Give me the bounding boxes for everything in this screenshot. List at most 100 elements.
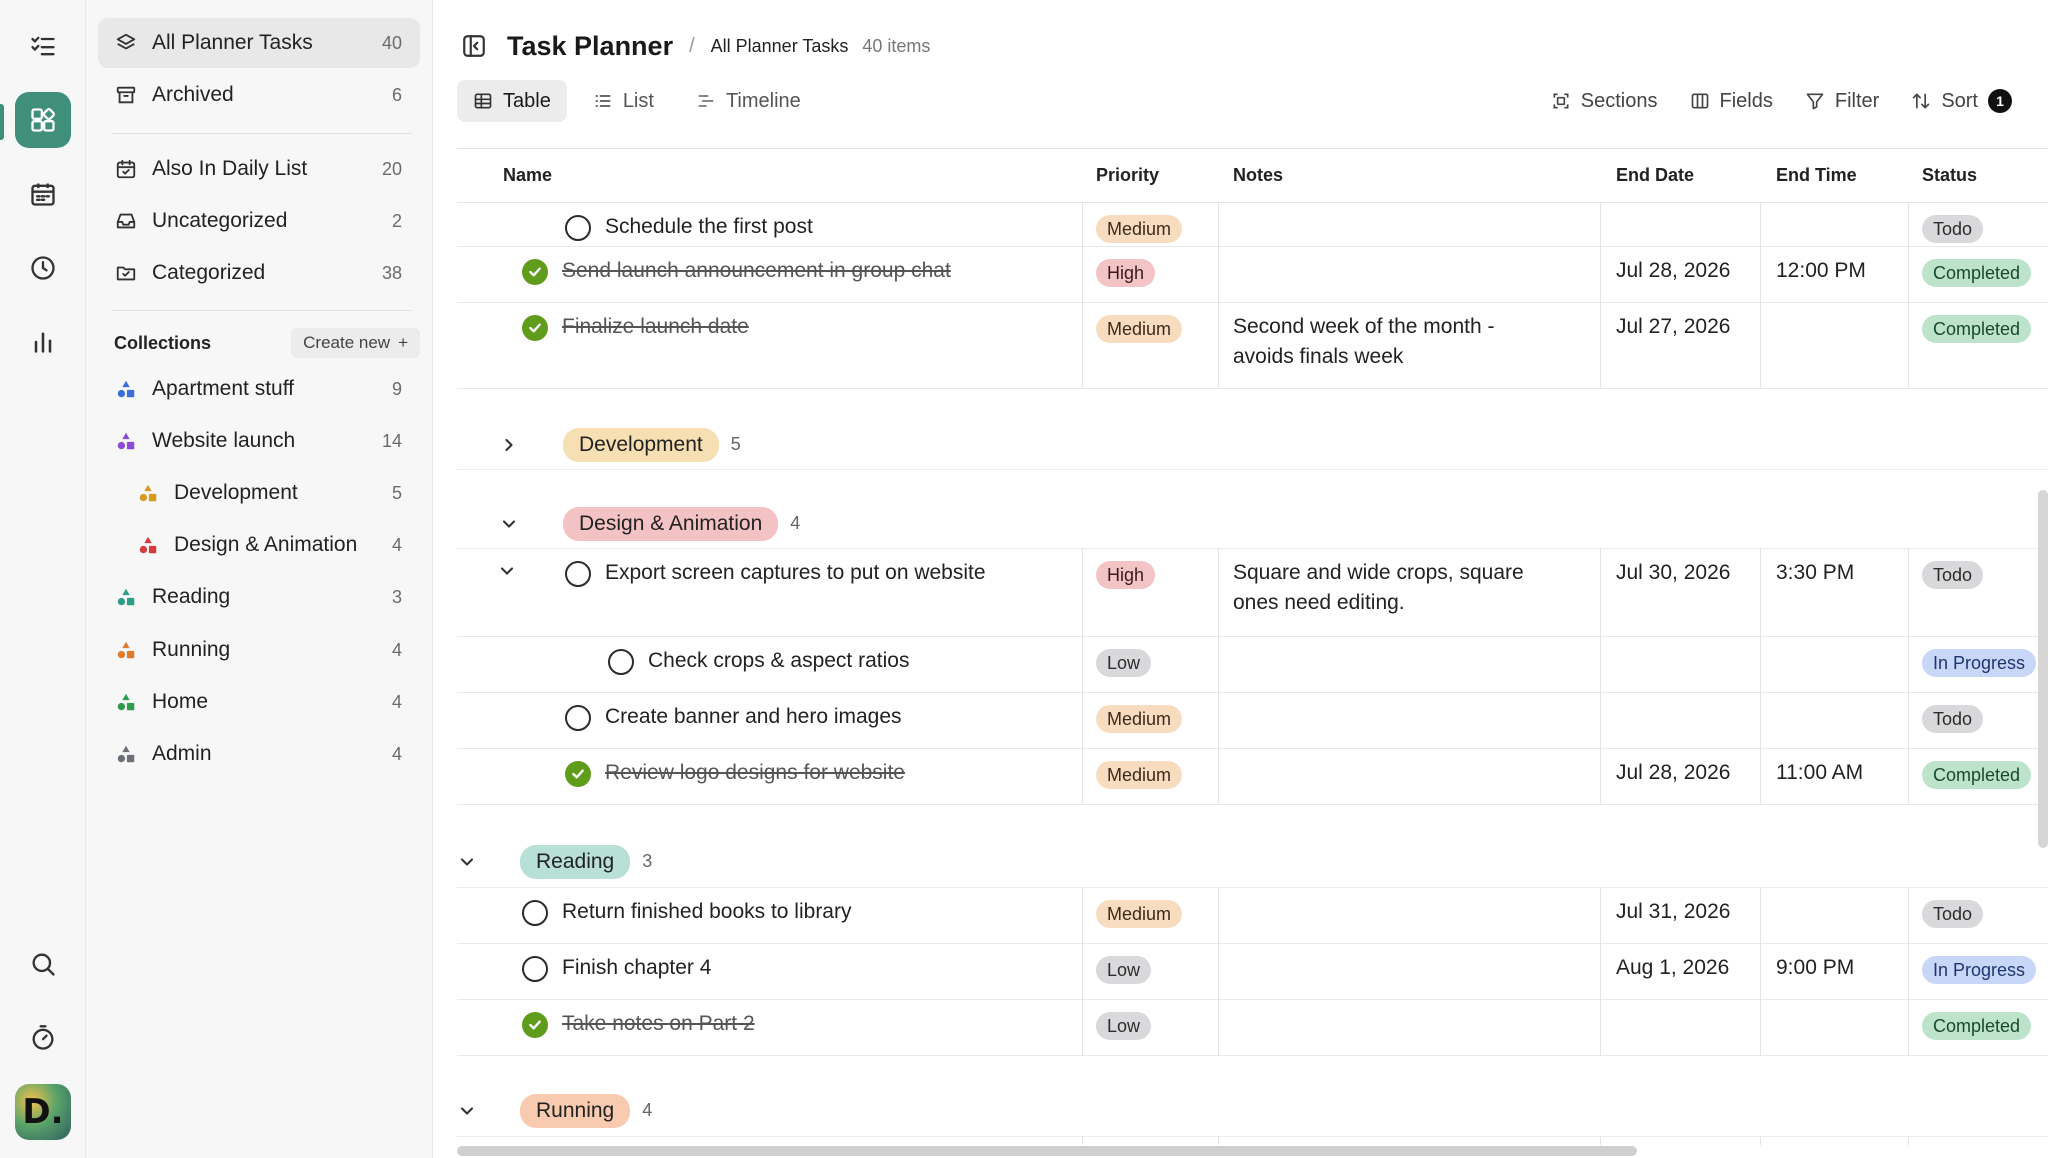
end-date[interactable]: Jul 31, 2026 <box>1616 888 1730 943</box>
status-badge[interactable]: Completed <box>1922 1012 2032 1040</box>
table-row[interactable]: Check crops & aspect ratios Low In Progres… <box>457 637 2048 693</box>
table-row[interactable]: Export screen captures to put on website… <box>457 549 2048 637</box>
table-row[interactable]: Return finished books to library Medium Ju… <box>457 888 2048 944</box>
task-notes[interactable] <box>1233 247 1553 302</box>
task-notes[interactable]: Second week of the month - avoids finals… <box>1233 303 1553 388</box>
task-notes[interactable] <box>1233 944 1553 999</box>
tab-table[interactable]: Table <box>457 80 567 122</box>
end-time[interactable]: 3:30 PM <box>1776 549 1854 636</box>
end-time[interactable]: 11:00 AM <box>1776 749 1863 804</box>
calendar-icon[interactable] <box>15 166 71 222</box>
end-time[interactable]: 12:00 PM <box>1776 247 1866 302</box>
table-row[interactable]: Schedule the first post Medium Todo <box>457 203 2048 247</box>
clock-icon[interactable] <box>15 240 71 296</box>
sidebar-collection-item[interactable]: Admin 4 <box>98 729 420 779</box>
task-name[interactable]: Send launch announcement in group chat <box>562 259 951 283</box>
completed-check-icon[interactable] <box>565 761 591 787</box>
sidebar-collection-item[interactable]: Home 4 <box>98 677 420 727</box>
horizontal-scrollbar[interactable] <box>457 1146 1637 1156</box>
task-name[interactable]: Finish chapter 4 <box>562 956 711 980</box>
task-name[interactable]: Take notes on Part 2 <box>562 1012 755 1036</box>
chevron-right-icon[interactable] <box>499 420 519 469</box>
priority-badge[interactable]: Medium <box>1096 900 1183 928</box>
task-notes[interactable] <box>1233 637 1553 692</box>
column-header-notes[interactable]: Notes <box>1233 149 1283 202</box>
sidebar-item-categorized[interactable]: Categorized 38 <box>98 248 420 298</box>
column-header-priority[interactable]: Priority <box>1096 149 1159 202</box>
chevron-down-icon[interactable] <box>457 836 477 887</box>
sidebar-collection-item[interactable]: Website launch 14 <box>98 416 420 466</box>
fields-button[interactable]: Fields <box>1690 90 1773 113</box>
sidebar-item-archived[interactable]: Archived 6 <box>98 70 420 120</box>
table-row[interactable]: Review logo designs for website Medium Jul… <box>457 749 2048 805</box>
column-header-name[interactable]: Name <box>503 149 552 202</box>
completed-check-icon[interactable] <box>522 259 548 285</box>
priority-badge[interactable]: Low <box>1096 649 1152 677</box>
status-badge[interactable]: Completed <box>1922 315 2032 343</box>
breadcrumb[interactable]: All Planner Tasks <box>711 36 849 57</box>
todo-circle-icon[interactable] <box>522 956 548 982</box>
chevron-down-icon[interactable] <box>457 1085 477 1136</box>
task-name[interactable]: Check crops & aspect ratios <box>648 649 909 673</box>
table-row[interactable]: Finalize launch date Medium Second week of… <box>457 303 2048 389</box>
column-header-status[interactable]: Status <box>1922 149 1977 202</box>
task-name[interactable]: Finalize launch date <box>562 315 749 339</box>
filter-button[interactable]: Filter <box>1805 90 1879 113</box>
end-time[interactable]: 9:00 PM <box>1776 944 1854 999</box>
priority-badge[interactable]: Low <box>1096 956 1152 984</box>
end-date[interactable]: Aug 1, 2026 <box>1616 944 1729 999</box>
end-date[interactable]: Jul 30, 2026 <box>1616 549 1730 636</box>
sidebar-collection-item[interactable]: Development 5 <box>120 468 420 518</box>
sidebar-collection-item[interactable]: Design & Animation 4 <box>120 520 420 570</box>
sidebar-collection-item[interactable]: Apartment stuff 9 <box>98 364 420 414</box>
search-icon[interactable] <box>15 936 71 992</box>
tab-list[interactable]: List <box>577 80 670 122</box>
sidebar-collection-item[interactable]: Reading 3 <box>98 572 420 622</box>
sidebar-item-also-in-daily-list[interactable]: Also In Daily List 20 <box>98 144 420 194</box>
todo-circle-icon[interactable] <box>565 215 591 241</box>
section-header[interactable]: Design & Animation 4 <box>457 499 2048 549</box>
checklist-icon[interactable] <box>15 18 71 74</box>
planner-icon[interactable] <box>15 92 71 148</box>
todo-circle-icon[interactable] <box>565 561 591 587</box>
task-name[interactable]: Schedule the first post <box>605 215 813 239</box>
avatar[interactable]: D. <box>15 1084 71 1140</box>
status-badge[interactable]: In Progress <box>1922 956 2037 984</box>
stats-icon[interactable] <box>15 314 71 370</box>
todo-circle-icon[interactable] <box>608 649 634 675</box>
status-badge[interactable]: In Progress <box>1922 649 2037 677</box>
task-notes[interactable] <box>1233 203 1553 246</box>
priority-badge[interactable]: Medium <box>1096 315 1183 343</box>
status-badge[interactable]: Todo <box>1922 900 1984 928</box>
priority-badge[interactable]: High <box>1096 561 1156 589</box>
task-name[interactable]: Export screen captures to put on website <box>605 561 986 585</box>
sidebar-toggle-icon[interactable] <box>461 33 487 59</box>
sort-button[interactable]: Sort 1 <box>1911 89 2012 113</box>
end-date[interactable]: Jul 27, 2026 <box>1616 303 1730 388</box>
section-label[interactable]: Design & Animation <box>563 506 779 541</box>
task-name[interactable]: Review logo designs for website <box>605 761 905 785</box>
tab-timeline[interactable]: Timeline <box>680 80 817 122</box>
table-row[interactable]: Take notes on Part 2 Low Completed <box>457 1000 2048 1056</box>
priority-badge[interactable]: Medium <box>1096 215 1183 243</box>
sidebar-collection-item[interactable]: Running 4 <box>98 625 420 675</box>
chevron-down-icon[interactable] <box>499 499 519 548</box>
task-notes[interactable]: Square and wide crops, square ones need … <box>1233 549 1553 636</box>
todo-circle-icon[interactable] <box>522 900 548 926</box>
table-row[interactable]: Finish chapter 4 Low Aug 1, 2026 9:00 PM In … <box>457 944 2048 1000</box>
section-label[interactable]: Reading <box>520 844 631 879</box>
completed-check-icon[interactable] <box>522 315 548 341</box>
task-notes[interactable] <box>1233 1000 1553 1055</box>
column-header-end-time[interactable]: End Time <box>1776 149 1857 202</box>
column-header-end-date[interactable]: End Date <box>1616 149 1694 202</box>
table-row[interactable]: Create banner and hero images Medium Todo <box>457 693 2048 749</box>
section-header[interactable]: Reading 3 <box>457 836 2048 888</box>
table-row[interactable]: Send launch announcement in group chat Hi… <box>457 247 2048 303</box>
task-notes[interactable] <box>1233 749 1553 804</box>
status-badge[interactable]: Completed <box>1922 259 2032 287</box>
section-header[interactable]: Running 4 <box>457 1085 2048 1137</box>
task-name[interactable]: Return finished books to library <box>562 900 851 924</box>
todo-circle-icon[interactable] <box>565 705 591 731</box>
section-header[interactable]: Development 5 <box>457 420 2048 470</box>
section-label[interactable]: Running <box>520 1093 631 1128</box>
